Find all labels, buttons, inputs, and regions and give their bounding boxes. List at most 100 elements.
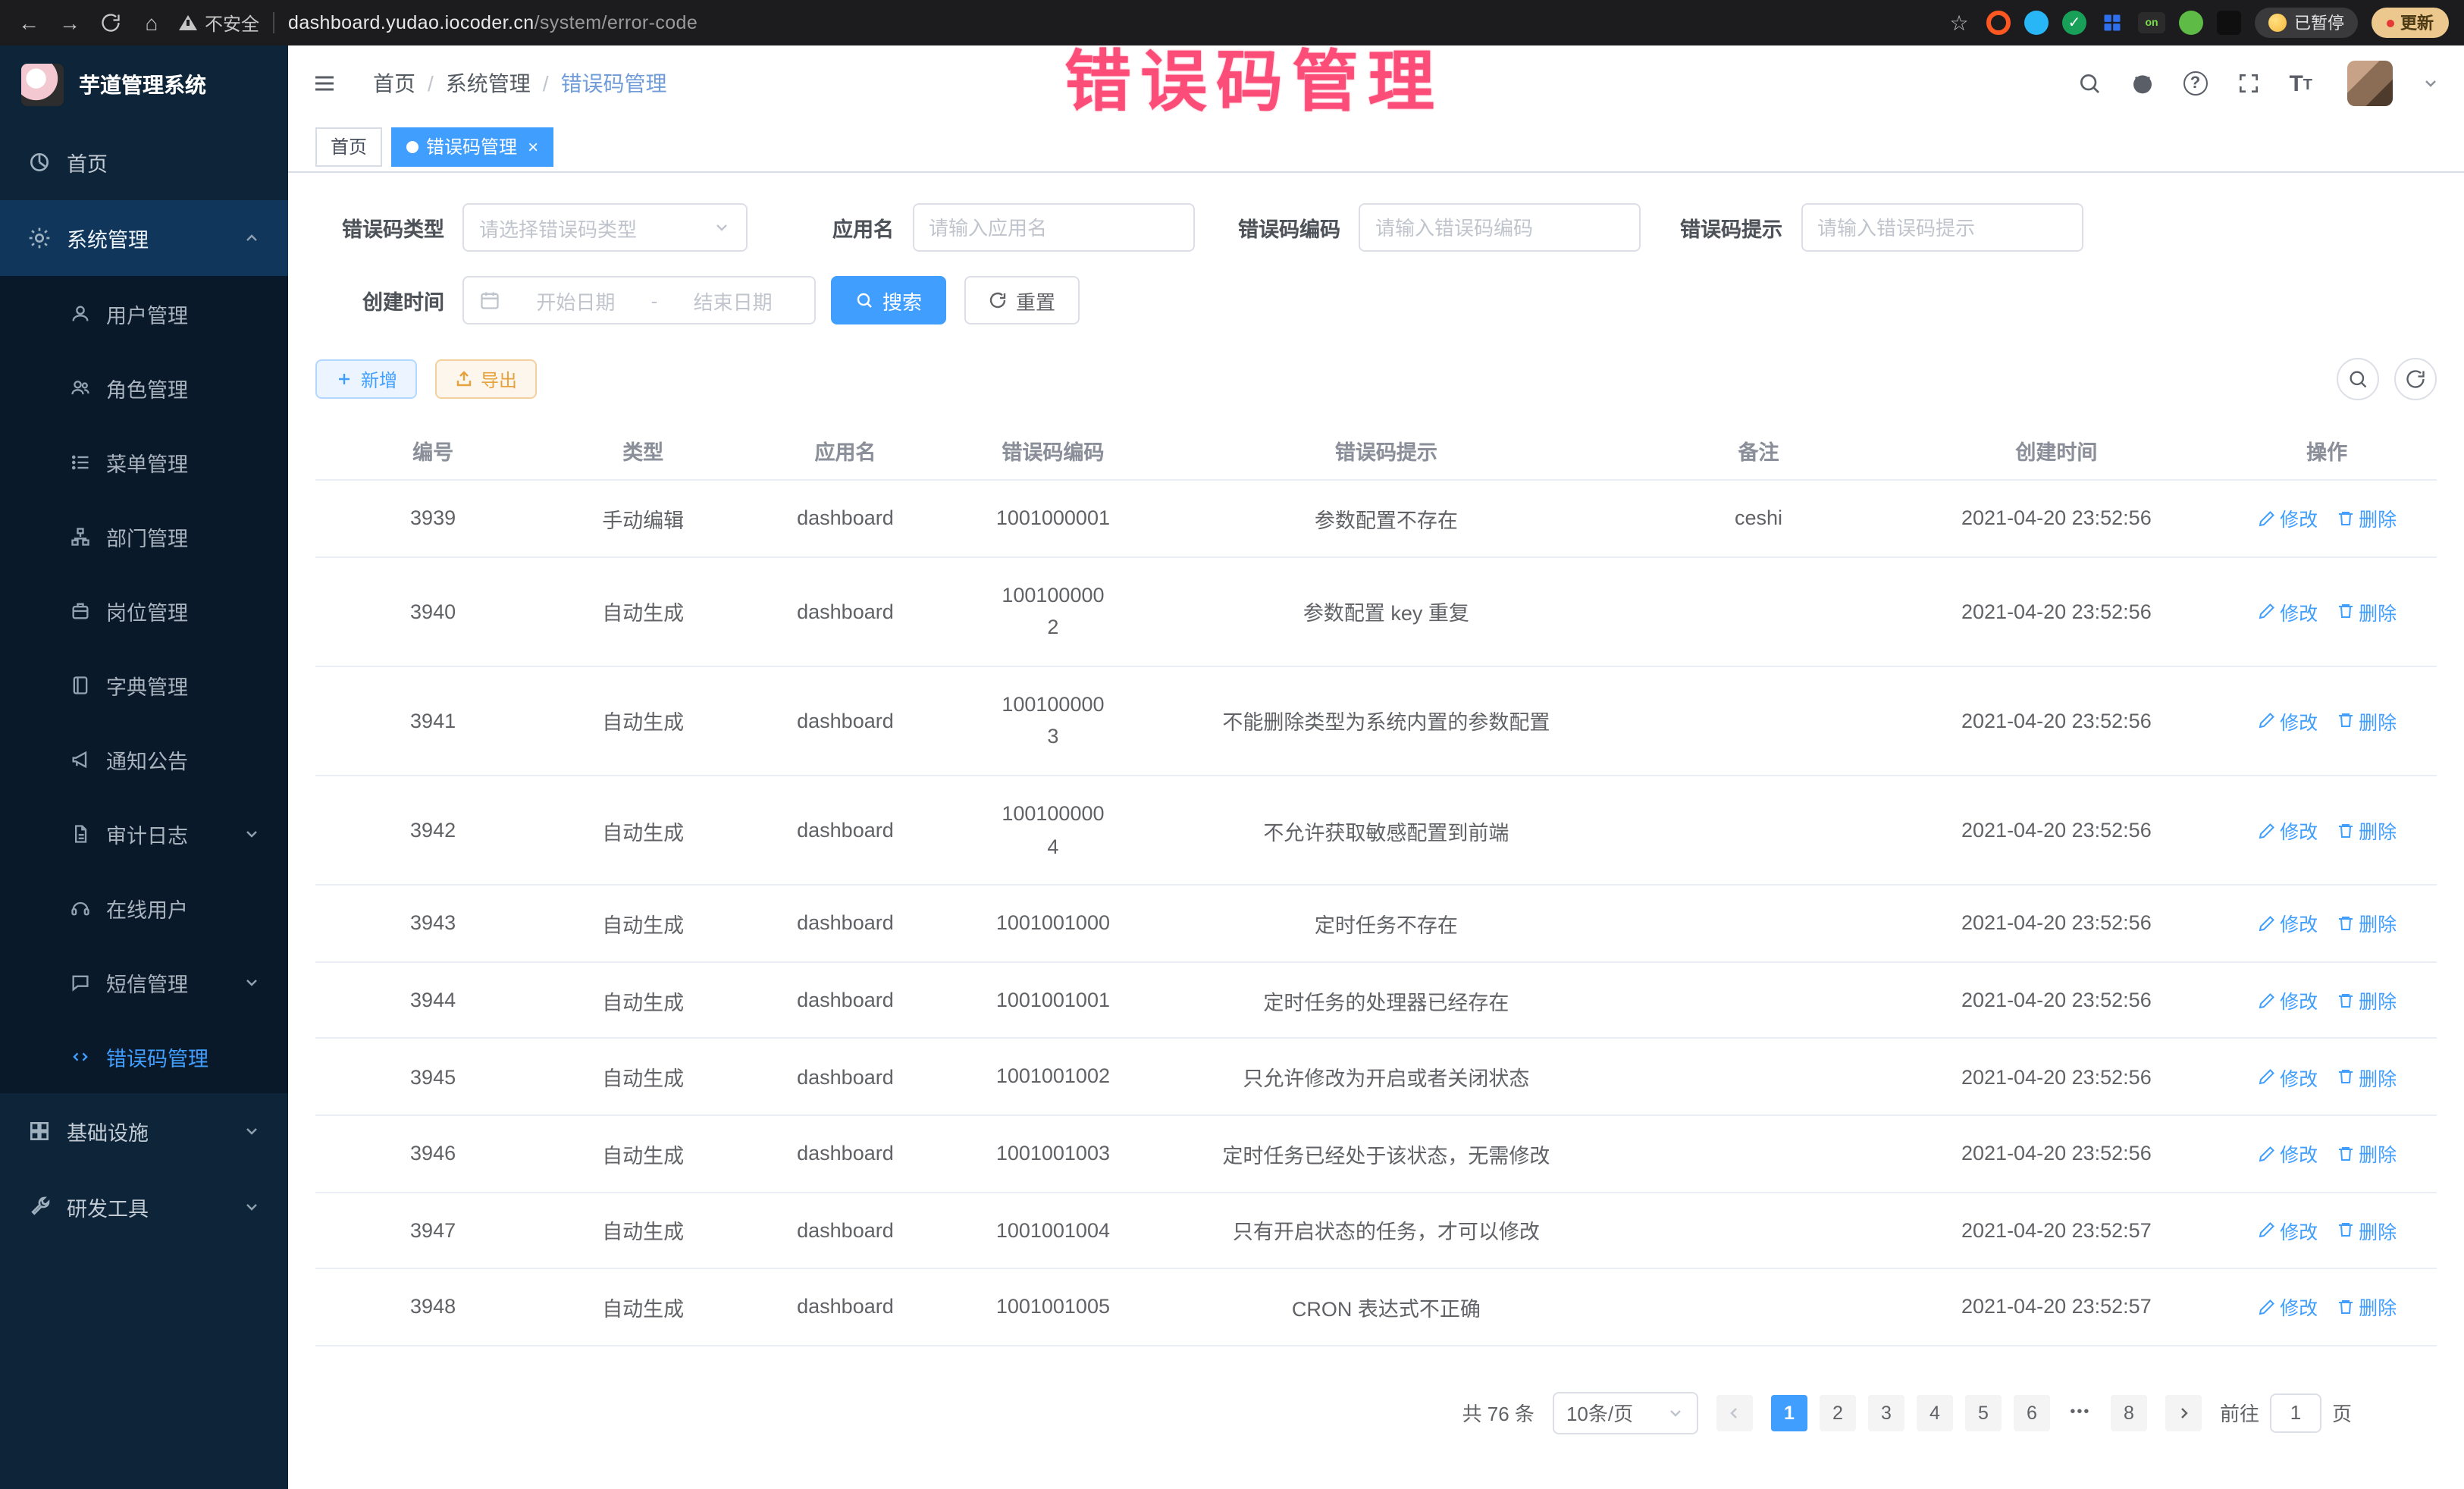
page-button-6[interactable]: 6 [2014,1394,2050,1431]
cell-code: 1001001005 [955,1268,1151,1345]
forward-icon[interactable]: → [56,11,83,35]
extension-check-icon[interactable]: ✓ [2062,11,2086,35]
sidebar-item-system-mgmt[interactable]: 系统管理 [0,200,288,276]
edit-link[interactable]: 修改 [2257,1216,2318,1245]
export-button[interactable]: 导出 [435,359,537,399]
delete-link[interactable]: 删除 [2336,1293,2397,1321]
sidebar-item-dev-tools[interactable]: 研发工具 [0,1169,288,1245]
delete-link-label: 删除 [2359,1139,2397,1168]
edit-link-label: 修改 [2280,1216,2318,1245]
extension-grid-icon[interactable] [2100,11,2124,35]
sidebar-item-post-mgmt[interactable]: 岗位管理 [0,573,288,647]
search-icon[interactable] [2077,71,2101,96]
tab-home[interactable]: 首页 [315,127,382,166]
sidebar-item-error-code-mgmt[interactable]: 错误码管理 [0,1019,288,1093]
browser-update-button[interactable]: 更新 [2372,8,2449,38]
edit-link[interactable]: 修改 [2257,707,2318,735]
edit-link[interactable]: 修改 [2257,1139,2318,1168]
date-range-picker[interactable]: 开始日期 - 结束日期 [462,276,816,324]
page-button-5[interactable]: 5 [1965,1394,2002,1431]
edit-link[interactable]: 修改 [2257,986,2318,1014]
sidebar-item-infrastructure[interactable]: 基础设施 [0,1093,288,1169]
sidebar-item-notice[interactable]: 通知公告 [0,722,288,796]
chevron-down-icon[interactable] [2422,74,2440,92]
cell-code: 1001001001 [955,962,1151,1039]
delete-link[interactable]: 删除 [2336,816,2397,845]
breadcrumb-system-mgmt[interactable]: 系统管理 [446,68,531,99]
delete-link[interactable]: 删除 [2336,597,2397,625]
delete-link[interactable]: 删除 [2336,986,2397,1014]
page-size-select[interactable]: 10条/页 [1553,1391,1698,1434]
fullscreen-icon[interactable] [2236,71,2260,96]
help-icon[interactable]: ? [2183,71,2207,96]
avatar[interactable] [2347,61,2393,106]
error-hint-input[interactable] [1817,216,2066,239]
page-ellipsis[interactable]: ••• [2062,1394,2099,1431]
page-button-8[interactable]: 8 [2111,1394,2147,1431]
sidebar-item-online-users[interactable]: 在线用户 [0,870,288,945]
add-button[interactable]: 新增 [315,359,417,399]
delete-link[interactable]: 删除 [2336,504,2397,533]
org-tree-icon [70,525,91,547]
page-button-3[interactable]: 3 [1868,1394,1904,1431]
reload-icon[interactable] [97,12,124,33]
message-icon [70,971,91,992]
edit-link[interactable]: 修改 [2257,597,2318,625]
add-button-label: 新增 [361,366,397,392]
breadcrumb-home[interactable]: 首页 [373,68,415,99]
delete-link[interactable]: 删除 [2336,909,2397,938]
extension-target-icon[interactable] [1986,11,2011,35]
page-button-4[interactable]: 4 [1917,1394,1953,1431]
url-bar[interactable]: dashboard.yudao.iocoder.cn/system/error-… [288,12,698,33]
edit-link[interactable]: 修改 [2257,1062,2318,1091]
extension-picker-icon[interactable] [2024,11,2049,35]
next-page-button[interactable] [2165,1394,2202,1431]
toggle-search-button[interactable] [2337,358,2379,400]
edit-link[interactable]: 修改 [2257,1293,2318,1321]
cell-actions: 修改 删除 [2217,1192,2437,1268]
sidebar-item-audit-log[interactable]: 审计日志 [0,796,288,870]
home-icon[interactable]: ⌂ [138,11,165,35]
sidebar-item-user-mgmt[interactable]: 用户管理 [0,276,288,350]
cell-type: 自动生成 [550,556,735,666]
delete-link[interactable]: 删除 [2336,1216,2397,1245]
delete-link[interactable]: 删除 [2336,1139,2397,1168]
app-name-input[interactable] [929,216,1177,239]
goto-page-input[interactable] [2270,1393,2321,1432]
sidebar-item-dict-mgmt[interactable]: 字典管理 [0,647,288,722]
sidebar-item-home[interactable]: 首页 [0,124,288,200]
extension-on-badge[interactable]: on [2138,12,2165,33]
font-size-icon[interactable]: TT [2289,72,2312,95]
paused-badge[interactable]: 已暂停 [2255,8,2358,38]
page-button-2[interactable]: 2 [1820,1394,1856,1431]
reset-button[interactable]: 重置 [964,276,1080,324]
sidebar-item-menu-mgmt[interactable]: 菜单管理 [0,425,288,499]
extensions-puzzle-icon[interactable] [2217,11,2241,35]
site-security-indicator[interactable]: 不安全 [179,10,259,36]
delete-link[interactable]: 删除 [2336,1062,2397,1091]
page-button-1[interactable]: 1 [1771,1394,1807,1431]
tab-close-icon[interactable]: × [528,137,538,155]
tab-error-code-mgmt[interactable]: 错误码管理 × [391,127,553,166]
edit-link[interactable]: 修改 [2257,816,2318,845]
refresh-table-button[interactable] [2394,358,2437,400]
extension-leaf-icon[interactable] [2179,11,2203,35]
search-button[interactable]: 搜索 [831,276,946,324]
cell-remark [1622,962,1896,1039]
sidebar-item-sms-mgmt[interactable]: 短信管理 [0,945,288,1019]
error-code-input[interactable] [1375,216,1624,239]
prev-page-button[interactable] [1716,1394,1753,1431]
edit-link[interactable]: 修改 [2257,504,2318,533]
back-icon[interactable]: ← [15,11,42,35]
sidebar-item-role-mgmt[interactable]: 角色管理 [0,350,288,425]
github-icon[interactable] [2130,71,2154,96]
cell-actions: 修改 删除 [2217,666,2437,776]
edit-link[interactable]: 修改 [2257,909,2318,938]
menu-fold-icon[interactable] [312,71,337,96]
sidebar-item-dept-mgmt[interactable]: 部门管理 [0,499,288,573]
screen: ← → ⌂ 不安全 dashboard.yudao.iocoder.cn/sys… [0,0,2464,1489]
cell-type: 自动生成 [550,1115,735,1192]
delete-link[interactable]: 删除 [2336,707,2397,735]
bookmark-star-icon[interactable]: ☆ [1945,10,1973,36]
error-type-select[interactable]: 请选择错误码类型 [462,203,748,252]
